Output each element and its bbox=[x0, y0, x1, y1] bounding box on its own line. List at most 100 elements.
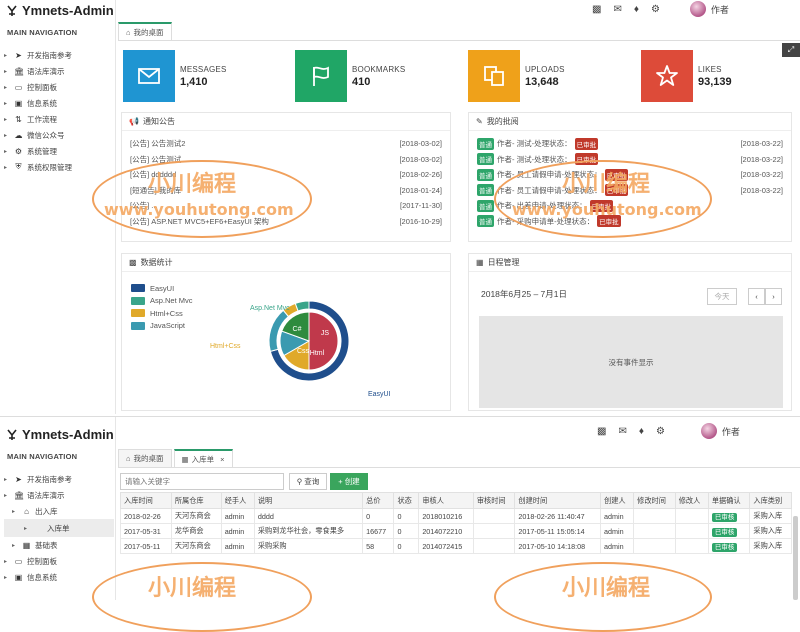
stat-uploads[interactable]: UPLOADS 13,648 bbox=[468, 50, 565, 102]
column-header[interactable]: 说明 bbox=[253, 492, 364, 509]
close-icon[interactable]: × bbox=[220, 455, 224, 464]
send-icon: ➤ bbox=[15, 50, 22, 60]
approval-item[interactable]: 普通 作者- 员工请假申请-处理状态： 已审批 [2018-03-22] bbox=[469, 183, 791, 199]
approval-item[interactable]: 普通 作者- 员工请假申请-处理状态： 已审批 [2018-03-22] bbox=[469, 167, 791, 183]
sidebar-item[interactable]: ▸ ⇅ 工作流程 bbox=[4, 111, 114, 127]
notice-item[interactable]: [短通告] 我的库 [2018-01-24] bbox=[122, 183, 450, 199]
column-header[interactable]: 所属仓库 bbox=[170, 492, 222, 509]
approval-item[interactable]: 普通 作者- 出差申请-处理状态： 已审批 bbox=[469, 198, 791, 214]
column-header[interactable]: 审核人 bbox=[418, 492, 474, 509]
envelope-icon[interactable]: ✉ bbox=[613, 4, 621, 15]
stat-likes[interactable]: LIKES 93,139 bbox=[641, 50, 732, 102]
caret-icon: ▸ bbox=[24, 525, 28, 532]
create-button[interactable]: + 创建 bbox=[330, 473, 368, 490]
column-header[interactable]: 创建时间 bbox=[514, 492, 601, 509]
logo-icon bbox=[7, 5, 17, 16]
sidebar-item[interactable]: ▸ 入库单 bbox=[4, 519, 114, 537]
resize-corner-icon[interactable]: ⤢ bbox=[782, 43, 800, 57]
logo[interactable]: Ymnets-Admin bbox=[6, 427, 114, 442]
stat-value: 1,410 bbox=[180, 75, 208, 88]
notice-item[interactable]: [公告] 公告测试2 [2018-03-02] bbox=[122, 136, 450, 152]
column-header[interactable]: 修改时间 bbox=[633, 492, 676, 509]
table-row[interactable]: 2017-05-31 龙华商会 admin 采购到龙华社会，零食果多 16677 0 201… bbox=[120, 523, 792, 539]
column-header[interactable]: 入库时间 bbox=[120, 492, 172, 509]
column-header[interactable]: 总价 bbox=[362, 492, 395, 509]
table-cell: admin bbox=[220, 538, 255, 554]
approvals-panel: ✎ 我的批阅 普通 作者- 测试-处理状态： 已审批 [2018-03-22] 普通 作者-… bbox=[468, 112, 792, 242]
bookmarks-tile bbox=[295, 50, 347, 102]
sidebar-item[interactable]: ▸ ➤ 开发指南参考 bbox=[4, 47, 114, 63]
sidebar-item[interactable]: ▸ 🏛 语法库演示 bbox=[4, 63, 114, 79]
tab-home[interactable]: ⌂ 我的桌面 bbox=[118, 449, 172, 467]
today-button[interactable]: 今天 bbox=[707, 288, 737, 305]
notice-item[interactable]: [公告] dddddd [2018-02-26] bbox=[122, 167, 450, 183]
prev-button[interactable]: ‹ bbox=[748, 288, 765, 305]
data-grid: 入库时间 所属仓库 经手人 说明 总价 状态 审核人 审核时间 创建时间 创建人 修改时间 修改人 单据… bbox=[120, 492, 792, 600]
table-row[interactable]: 2017-05-11 天河东商会 admin 采购采购 58 0 2014072415 201… bbox=[120, 538, 792, 554]
column-header[interactable]: 经手人 bbox=[220, 492, 255, 509]
gears-icon[interactable]: ⚙ bbox=[656, 426, 665, 437]
create-label: 创建 bbox=[344, 477, 360, 486]
table-cell: 龙华商会 bbox=[170, 523, 222, 539]
sidebar-item[interactable]: ▸ ☁ 微信公众号 bbox=[4, 127, 114, 143]
query-button[interactable]: ⚲ 查询 bbox=[289, 473, 327, 490]
user-menu[interactable]: 作者 bbox=[700, 423, 740, 439]
caret-icon: ▸ bbox=[12, 542, 16, 549]
sidebar-item[interactable]: ▸ ▭ 控制面板 bbox=[4, 79, 114, 95]
search-input[interactable] bbox=[120, 473, 284, 490]
stat-messages[interactable]: MESSAGES 1,410 bbox=[123, 50, 227, 102]
column-header[interactable]: 创建人 bbox=[599, 492, 635, 509]
notice-item[interactable]: [公告] ... [2017-11-30] bbox=[122, 198, 450, 214]
sidebar-item[interactable]: ▸ ⚙ 系统管理 bbox=[4, 143, 114, 159]
tab-bar: ⌂ 我的桌面 ▦ 入库单 × bbox=[118, 448, 800, 468]
status-badge: 已审批 bbox=[589, 199, 614, 212]
stat-bookmarks[interactable]: BOOKMARKS 410 bbox=[295, 50, 405, 102]
top-toolbar: ▩ ✉ ♦ ⚙ 作者 bbox=[597, 423, 740, 439]
column-header[interactable]: 修改人 bbox=[674, 492, 709, 509]
sidebar-item[interactable]: ▸ ▭ 控制面板 bbox=[4, 553, 114, 569]
scrollbar[interactable] bbox=[793, 516, 798, 600]
sidebar-item[interactable]: ▸ ➤ 开发指南参考 bbox=[4, 471, 114, 487]
sidebar-item[interactable]: ▸ ▣ 信息系统 bbox=[4, 569, 114, 585]
sidebar-item[interactable]: ▸ ▣ 信息系统 bbox=[4, 95, 114, 111]
notice-item[interactable]: [公告] 公告测试 [2018-03-02] bbox=[122, 152, 450, 168]
approval-item[interactable]: 普通 作者- 采购申请单-处理状态： 已审批 bbox=[469, 214, 791, 230]
table-row[interactable]: 2018-02-26 天河东商会 admin dddd 0 0 2018010216 2018… bbox=[120, 508, 792, 524]
comment-icon[interactable]: ▩ bbox=[597, 426, 606, 437]
legend-label: Asp.Net Mvc bbox=[150, 296, 193, 306]
pie-slice-aspnet[interactable] bbox=[294, 300, 310, 312]
notice-text: [公告] 公告测试 bbox=[130, 154, 182, 164]
logo[interactable]: Ymnets-Admin bbox=[6, 3, 114, 18]
approval-item[interactable]: 普通 作者- 测试-处理状态： 已审批 [2018-03-22] bbox=[469, 136, 791, 152]
stat-label: UPLOADS bbox=[525, 64, 565, 74]
column-header[interactable]: 状态 bbox=[393, 492, 420, 509]
column-header[interactable]: 入库类别 bbox=[749, 492, 792, 509]
outer-label: Asp.Net Mvc bbox=[250, 305, 290, 312]
comment-icon[interactable]: ▩ bbox=[592, 4, 601, 15]
column-header[interactable]: 审核时间 bbox=[472, 492, 516, 509]
notice-date: [2016-10-29] bbox=[399, 216, 442, 226]
envelope-icon[interactable]: ✉ bbox=[618, 426, 626, 437]
sidebar-item[interactable]: ▸ ▦ 基础表 bbox=[4, 537, 114, 553]
approval-item[interactable]: 普通 作者- 测试-处理状态： 已审批 [2018-03-22] bbox=[469, 152, 791, 168]
legend-swatch bbox=[131, 284, 145, 293]
tab-home[interactable]: ⌂ 我的桌面 bbox=[118, 22, 172, 40]
column-header[interactable]: 单据确认 bbox=[707, 492, 751, 509]
pie-chart: C#JSCssHtmlAsp.Net MvcHtml+CssEasyUIJava… bbox=[210, 300, 391, 398]
sidebar-item[interactable]: ▸ 🏛 语法库演示 bbox=[4, 487, 114, 503]
box-icon: ▣ bbox=[14, 572, 23, 582]
tag-badge: 普通 bbox=[477, 153, 494, 166]
notice-item[interactable]: [公告] ASP.NET MVC5+EF6+EasyUI 架构 [2016-10-… bbox=[122, 214, 450, 230]
sidebar-item[interactable]: ▸ ⛨ 系统权限管理 bbox=[4, 159, 114, 175]
approval-text: 作者- 测试-处理状态： bbox=[497, 154, 572, 164]
bell-icon[interactable]: ♦ bbox=[634, 4, 639, 15]
tab-inbound[interactable]: ▦ 入库单 × bbox=[173, 449, 233, 467]
caret-icon: ▸ bbox=[4, 100, 8, 107]
caret-icon: ▸ bbox=[4, 558, 8, 565]
user-menu[interactable]: 作者 bbox=[689, 1, 729, 17]
bell-icon[interactable]: ♦ bbox=[639, 426, 644, 437]
next-button[interactable]: › bbox=[765, 288, 782, 305]
sidebar-item[interactable]: ▸ ⌂ 出入库 bbox=[4, 503, 114, 519]
gears-icon[interactable]: ⚙ bbox=[651, 4, 660, 15]
table-cell bbox=[633, 508, 676, 524]
